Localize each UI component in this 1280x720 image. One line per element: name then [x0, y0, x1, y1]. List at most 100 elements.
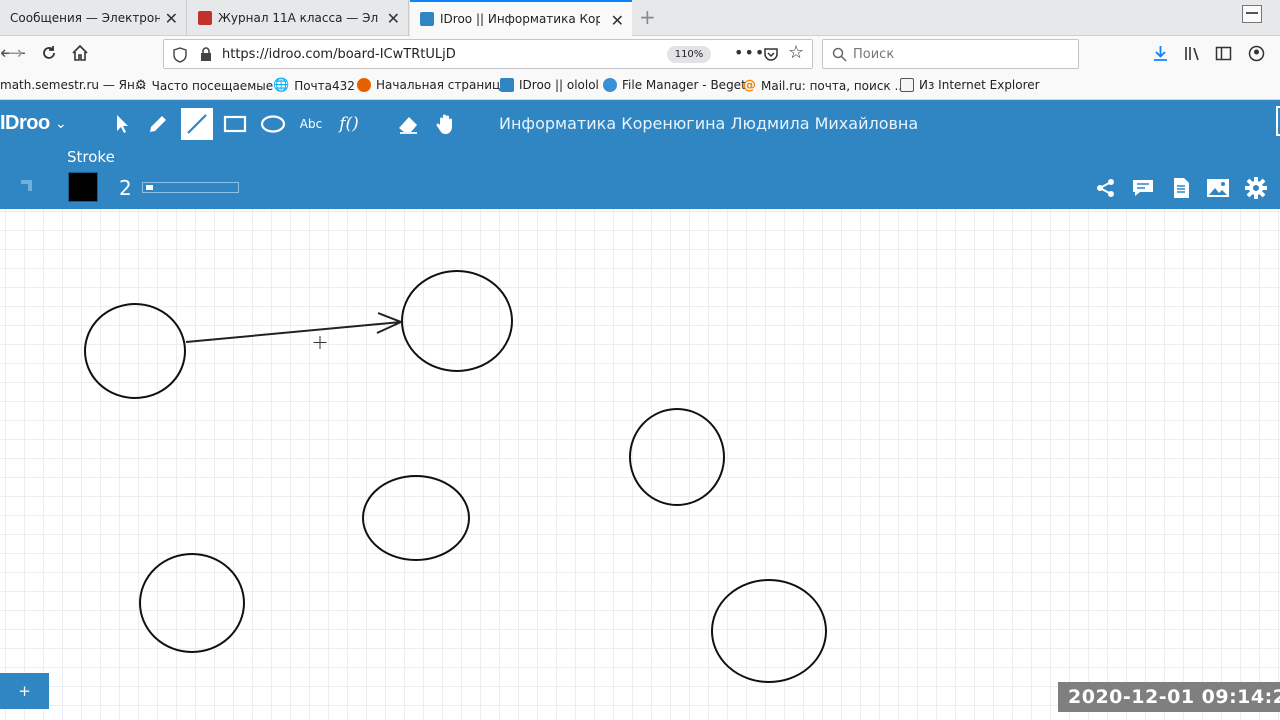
search-input[interactable]: Поиск — [853, 47, 894, 62]
text-icon: Abc — [299, 117, 323, 131]
document-button[interactable] — [1168, 176, 1194, 200]
new-tab-button[interactable]: + — [639, 5, 656, 29]
bookmark-item[interactable]: ⚙ Часто посещаемые — [135, 78, 273, 93]
folder-icon — [900, 78, 914, 92]
circle-shape[interactable] — [711, 579, 827, 683]
bookmark-star-icon[interactable]: ☆ — [788, 42, 804, 63]
url-text[interactable]: https://idroo.com/board-ICwTRtULjD — [222, 47, 456, 62]
search-bar[interactable]: Поиск — [822, 39, 1079, 69]
circle-shape[interactable] — [629, 408, 725, 506]
document-icon — [1174, 178, 1189, 198]
browser-tab-bar: Сообщения — Электронный ✕ Журнал 11А кла… — [0, 0, 1280, 36]
beget-icon — [603, 78, 617, 92]
formula-tool[interactable]: f() — [333, 108, 365, 140]
pointer-icon — [117, 115, 128, 133]
circle-shape[interactable] — [139, 553, 245, 653]
circle-shape[interactable] — [362, 475, 470, 561]
lock-icon[interactable] — [199, 46, 213, 62]
firefox-icon — [357, 78, 371, 92]
rectangle-icon — [223, 115, 247, 133]
chevron-down-icon[interactable]: ⌄ — [55, 116, 67, 132]
close-icon[interactable]: ✕ — [387, 9, 400, 28]
bookmark-item[interactable]: math.semestr.ru — Ян... — [0, 78, 146, 92]
rectangle-tool[interactable] — [219, 108, 251, 140]
bookmark-label: Из Internet Explorer — [919, 78, 1040, 92]
globe-icon: 🌐 — [273, 78, 290, 93]
search-icon — [832, 47, 847, 62]
arrow-shape[interactable] — [185, 312, 404, 343]
eraser-icon — [399, 117, 417, 134]
sidebar-icon[interactable] — [1215, 45, 1232, 62]
text-tool[interactable]: Abc — [295, 108, 327, 140]
bookmark-label: IDroo || ololol — [519, 78, 599, 92]
add-page-button[interactable]: + — [0, 673, 49, 709]
line-tool[interactable] — [181, 108, 213, 140]
board-drawing[interactable] — [0, 209, 1280, 720]
formula-icon: f() — [339, 114, 359, 134]
board-title: Информатика Коренюгина Людмила Михайловн… — [499, 114, 919, 133]
pencil-icon — [150, 116, 166, 132]
tab-title: IDroo || Информатика Коренюгина — [440, 12, 600, 26]
bookmark-item[interactable]: 🌐 Почта432 — [273, 78, 355, 93]
home-icon[interactable] — [71, 44, 89, 62]
bookmark-label: Часто посещаемые — [151, 78, 274, 93]
close-icon[interactable]: ✕ — [611, 11, 624, 30]
pencil-tool[interactable] — [142, 108, 174, 140]
share-button[interactable] — [1093, 176, 1119, 200]
zoom-level-badge[interactable]: 110% — [667, 46, 711, 63]
circle-shape[interactable] — [84, 303, 186, 399]
url-bar[interactable]: https://idroo.com/board-ICwTRtULjD 110% … — [163, 39, 813, 69]
pocket-icon[interactable] — [763, 46, 779, 62]
settings-button[interactable] — [1243, 176, 1269, 200]
mailru-icon: @ — [743, 78, 756, 93]
bookmark-item[interactable]: @ Mail.ru: почта, поиск ... — [743, 78, 906, 93]
whiteboard-canvas[interactable] — [0, 209, 1280, 720]
tab-messages[interactable]: Сообщения — Электронный ✕ — [0, 0, 187, 36]
reload-icon[interactable] — [40, 44, 58, 62]
shield-icon[interactable] — [173, 47, 187, 63]
collapse-arrow-icon[interactable] — [12, 176, 38, 200]
slider-fill — [146, 185, 153, 190]
tab-journal[interactable]: Журнал 11А класса — Электр ✕ — [188, 0, 409, 36]
stroke-width-value: 2 — [119, 176, 132, 200]
line-icon — [187, 114, 207, 134]
tab-idroo[interactable]: IDroo || Информатика Коренюгина ✕ — [410, 0, 632, 36]
window-restore-icon[interactable] — [1242, 5, 1262, 23]
ellipse-tool[interactable] — [257, 108, 289, 140]
idroo-favicon-icon — [500, 78, 514, 92]
app-logo[interactable]: IDroo — [0, 112, 50, 135]
settings-icon — [1245, 177, 1267, 199]
library-icon[interactable] — [1184, 45, 1202, 62]
bookmark-item[interactable]: Начальная страница — [357, 78, 508, 92]
stroke-width-slider[interactable] — [142, 182, 239, 193]
hand-tool[interactable] — [430, 108, 462, 140]
idroo-favicon-icon — [420, 12, 434, 26]
circle-shape[interactable] — [401, 270, 513, 372]
download-icon[interactable] — [1152, 45, 1169, 62]
crosshair-cursor-icon — [313, 336, 327, 349]
browser-nav-bar: ⟵ → https://idroo.com/board-ICwTRtULjD 1… — [0, 36, 1280, 72]
ellipse-icon — [260, 115, 286, 133]
bookmark-label: Mail.ru: почта, поиск ... — [761, 78, 906, 93]
bookmark-label: File Manager - Beget — [622, 78, 746, 92]
forward-icon[interactable]: → — [8, 43, 23, 65]
close-icon[interactable]: ✕ — [165, 9, 178, 28]
gear-icon: ⚙ — [135, 78, 147, 93]
bookmark-label: Начальная страница — [376, 78, 508, 92]
bookmark-item[interactable]: IDroo || ololol — [500, 78, 599, 92]
image-button[interactable] — [1205, 176, 1231, 200]
panel-toggle-icon[interactable] — [1276, 106, 1280, 136]
tab-title: Сообщения — Электронный — [10, 11, 160, 25]
tab-title: Журнал 11А класса — Электр — [218, 11, 378, 25]
chat-button[interactable] — [1130, 176, 1156, 200]
image-icon — [1207, 179, 1229, 197]
pointer-tool[interactable] — [106, 108, 138, 140]
bookmark-item[interactable]: File Manager - Beget — [603, 78, 746, 92]
page-actions-icon[interactable]: ••• — [734, 43, 765, 62]
recording-timestamp: 2020-12-01 09:14:21 — [1058, 682, 1280, 712]
bookmark-item[interactable]: Из Internet Explorer — [900, 78, 1040, 92]
eraser-tool[interactable] — [392, 108, 424, 140]
stroke-color-swatch[interactable] — [68, 172, 98, 202]
share-icon — [1097, 179, 1114, 197]
account-icon[interactable] — [1248, 45, 1265, 62]
